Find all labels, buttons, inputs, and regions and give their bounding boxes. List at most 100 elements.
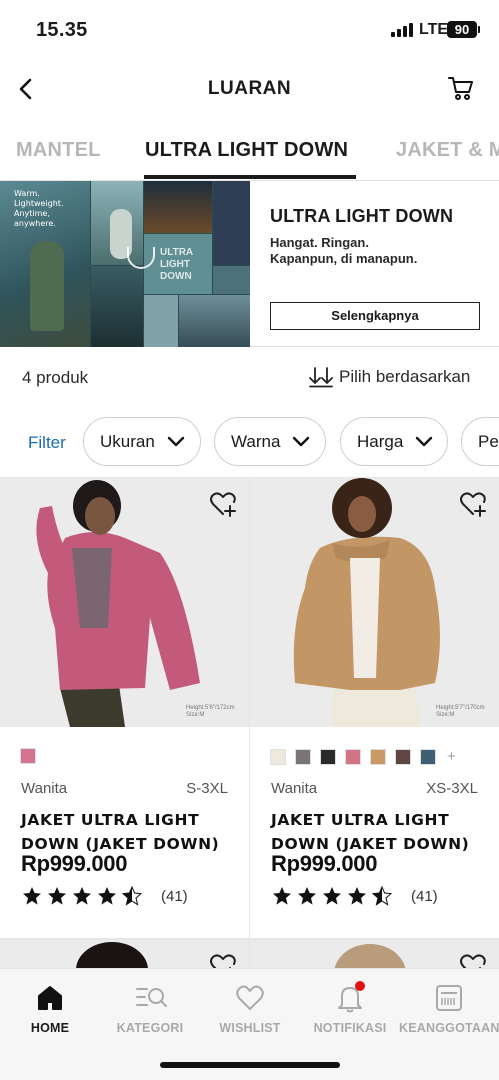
- membership-card-icon: [434, 983, 464, 1013]
- notification-dot: [355, 981, 365, 991]
- battery-icon: 90: [447, 21, 480, 38]
- review-count: (41): [161, 887, 188, 905]
- heart-icon: [235, 983, 265, 1013]
- cart-icon: [448, 77, 473, 100]
- review-count: (41): [411, 887, 438, 905]
- product-sizes: XS-3XL: [426, 780, 478, 797]
- status-bar: 15.35 LTE 90: [0, 0, 499, 60]
- product-gender: Wanita: [21, 780, 68, 797]
- filter-bar: Filter Ukuran Warna Harga Pe: [0, 417, 499, 467]
- wishlist-button[interactable]: [459, 490, 487, 518]
- rating-stars: [271, 886, 396, 906]
- more-colors-indicator[interactable]: +: [447, 748, 456, 765]
- tabbar-label: WISHLIST: [219, 1021, 281, 1035]
- network-type: LTE: [419, 21, 449, 38]
- banner-subtitle: Hangat. Ringan. Kapanpun, di manapun.: [270, 235, 418, 266]
- category-search-icon: [135, 983, 167, 1013]
- star-icon: [48, 887, 66, 905]
- tab-mantel[interactable]: MANTEL: [16, 139, 101, 162]
- chevron-down-icon: [167, 436, 185, 447]
- product-card[interactable]: Height:5'7"/170cm Size:M + Wanita XS-3XL…: [250, 478, 499, 938]
- star-icon: [348, 887, 366, 905]
- filter-button[interactable]: Filter: [28, 433, 66, 453]
- filter-chip-harga[interactable]: Harga: [340, 417, 448, 466]
- tabbar-kategori[interactable]: KATEGORI: [100, 983, 200, 1035]
- chevron-down-icon: [416, 436, 433, 447]
- tab-jaket[interactable]: JAKET & M: [396, 139, 499, 162]
- color-swatch[interactable]: [270, 748, 286, 765]
- model-size-note: Height:5'8"/172cm Size:M: [186, 705, 235, 718]
- star-icon: [298, 887, 316, 905]
- tabbar-label: KEANGGOTAAN: [399, 1021, 499, 1035]
- product-gender: Wanita: [271, 780, 318, 797]
- product-image[interactable]: Height:5'7"/170cm Size:M: [250, 478, 499, 727]
- banner-more-button[interactable]: Selengkapnya: [270, 302, 480, 330]
- tabbar-label: KATEGORI: [116, 1021, 184, 1035]
- star-icon: [371, 886, 393, 906]
- color-swatch[interactable]: [20, 748, 36, 764]
- page-title: LUARAN: [207, 78, 292, 99]
- product-sizes: S-3XL: [186, 780, 228, 797]
- promo-banner[interactable]: Warm. Lightweight. Anytime, anywhere. UL…: [0, 181, 499, 347]
- sort-label: Pilih berdasarkan: [339, 367, 471, 386]
- star-icon: [273, 887, 291, 905]
- color-swatch[interactable]: [320, 748, 336, 765]
- product-card[interactable]: Height:5'8"/172cm Size:M Wanita S-3XL JA…: [0, 478, 249, 938]
- home-icon: [35, 983, 65, 1013]
- filter-chip-ukuran[interactable]: Ukuran: [83, 417, 201, 466]
- signal-icon: [391, 23, 413, 37]
- color-swatch[interactable]: [345, 748, 361, 765]
- wishlist-button[interactable]: [209, 490, 237, 518]
- product-rating: (41): [271, 886, 438, 906]
- model-size-note: Height:5'7"/170cm Size:M: [436, 705, 485, 718]
- tabbar-label: NOTIFIKASI: [313, 1021, 387, 1035]
- product-name[interactable]: JAKET ULTRA LIGHT DOWN (JAKET DOWN): [21, 808, 231, 856]
- star-icon: [323, 887, 341, 905]
- chip-label: Harga: [357, 431, 404, 451]
- color-swatch[interactable]: [370, 748, 386, 765]
- banner-image-logo-text: ULTRA LIGHT DOWN: [160, 247, 194, 282]
- tabbar-notifikasi[interactable]: NOTIFIKASI: [300, 981, 400, 1035]
- product-price: Rp999.000: [271, 851, 378, 876]
- divider: [249, 478, 250, 978]
- banner-heading: ULTRA LIGHT DOWN: [270, 206, 454, 226]
- color-swatch[interactable]: [295, 748, 311, 765]
- star-icon: [73, 887, 91, 905]
- sort-button[interactable]: Pilih berdasarkan: [309, 366, 470, 388]
- star-icon: [121, 886, 143, 906]
- filter-chip-warna[interactable]: Warna: [214, 417, 326, 466]
- heart-plus-icon: [210, 492, 236, 517]
- active-tab-indicator: [144, 175, 356, 179]
- color-swatch[interactable]: [420, 748, 436, 765]
- star-icon: [98, 887, 116, 905]
- star-icon: [23, 887, 41, 905]
- chip-label: Warna: [231, 431, 281, 451]
- tabbar-label: HOME: [30, 1021, 70, 1035]
- product-name[interactable]: JAKET ULTRA LIGHT DOWN (JAKET DOWN): [271, 808, 481, 856]
- color-swatches: +: [270, 748, 456, 765]
- status-time: 15.35: [36, 19, 88, 41]
- chevron-down-icon: [293, 436, 310, 447]
- banner-image-caption: Warm. Lightweight. Anytime, anywhere.: [14, 189, 64, 228]
- category-tabs: MANTEL ULTRA LIGHT DOWN JAKET & M: [0, 126, 499, 182]
- top-nav: LUARAN: [0, 60, 499, 118]
- tab-ultra-light-down[interactable]: ULTRA LIGHT DOWN: [145, 139, 348, 162]
- banner-text: ULTRA LIGHT DOWN Hangat. Ringan. Kapanpu…: [270, 206, 453, 267]
- filter-chip-more[interactable]: Pe: [461, 417, 499, 466]
- rating-stars: [21, 886, 146, 906]
- chip-label: Ukuran: [100, 431, 155, 451]
- tabbar-home[interactable]: HOME: [0, 983, 100, 1035]
- heart-plus-icon: [460, 492, 486, 517]
- tabbar-keanggotaan[interactable]: KEANGGOTAAN: [399, 983, 499, 1035]
- bell-icon: [335, 981, 365, 1013]
- cart-button[interactable]: [447, 74, 475, 102]
- product-count: 4 produk: [22, 368, 89, 387]
- product-rating: (41): [21, 886, 188, 906]
- home-indicator: [160, 1062, 340, 1068]
- product-price: Rp999.000: [21, 851, 128, 876]
- tabbar-wishlist[interactable]: WISHLIST: [200, 983, 300, 1035]
- product-image[interactable]: Height:5'8"/172cm Size:M: [0, 478, 249, 727]
- color-swatch[interactable]: [395, 748, 411, 765]
- sort-icon: [309, 367, 333, 388]
- banner-collage-image[interactable]: Warm. Lightweight. Anytime, anywhere. UL…: [0, 181, 250, 347]
